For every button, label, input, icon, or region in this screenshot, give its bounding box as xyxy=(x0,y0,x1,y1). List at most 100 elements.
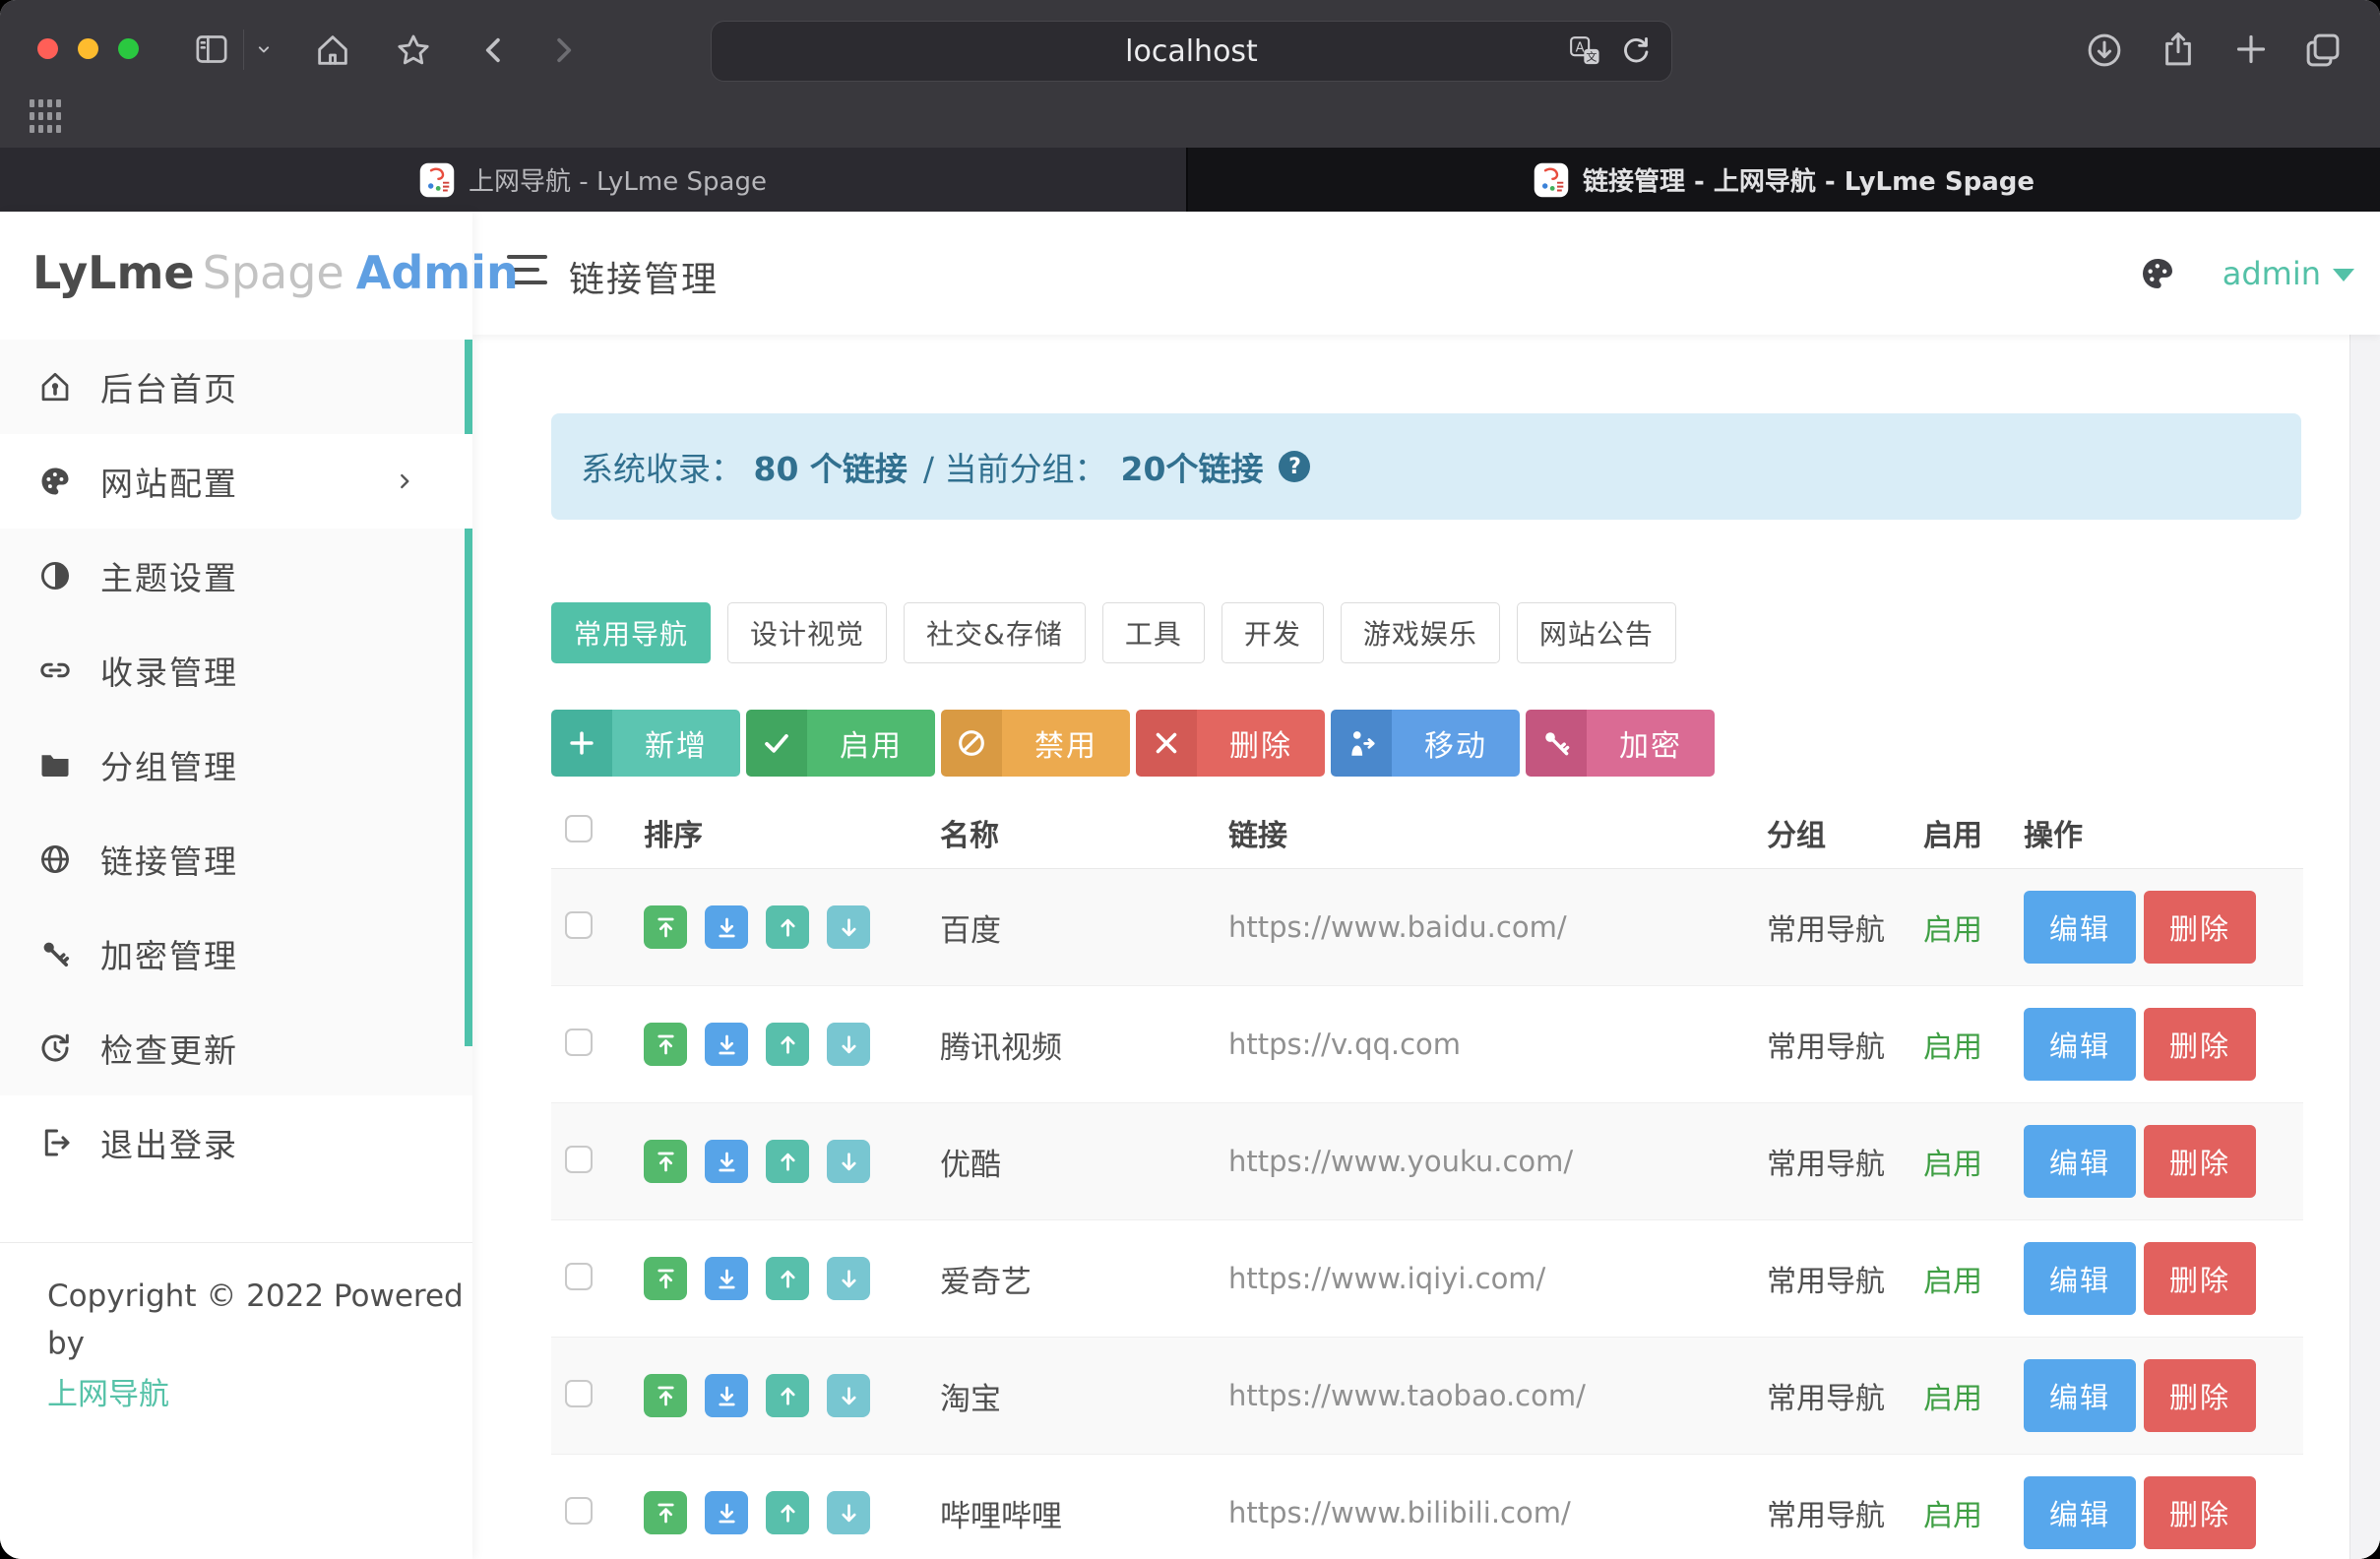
link-group: 常用导航 xyxy=(1752,1140,1914,1183)
delete-button[interactable]: 删除 xyxy=(2144,1125,2256,1198)
minimize-window-button[interactable] xyxy=(78,38,98,59)
row-checkbox[interactable] xyxy=(565,1263,593,1290)
move-up-button[interactable] xyxy=(766,1023,809,1066)
sidebar-scrollbar-segment[interactable] xyxy=(465,340,472,434)
edit-button[interactable]: 编辑 xyxy=(2024,1008,2136,1081)
move-up-button[interactable] xyxy=(766,1257,809,1300)
move-down-button[interactable] xyxy=(827,1491,870,1534)
delete-button[interactable]: 删除 xyxy=(2144,1008,2256,1081)
row-checkbox[interactable] xyxy=(565,911,593,939)
edit-button[interactable]: 编辑 xyxy=(2024,1359,2136,1432)
check-action-button[interactable]: 启用 xyxy=(746,710,935,777)
category-tab[interactable]: 社交&存储 xyxy=(904,602,1086,663)
row-checkbox[interactable] xyxy=(565,1146,593,1173)
link-name: 百度 xyxy=(925,905,1221,950)
link-name: 优酷 xyxy=(925,1140,1221,1184)
edit-button[interactable]: 编辑 xyxy=(2024,891,2136,964)
forward-icon[interactable] xyxy=(544,31,582,69)
category-tab[interactable]: 网站公告 xyxy=(1517,602,1676,663)
tab-link-management[interactable]: 链接管理 - 上网导航 - LyLme Spage xyxy=(1188,148,2380,212)
sidebar-item-update[interactable]: 检查更新 xyxy=(0,1001,472,1095)
category-tab[interactable]: 工具 xyxy=(1102,602,1205,663)
theme-palette-icon[interactable] xyxy=(2138,254,2177,293)
move-to-top-button[interactable] xyxy=(644,1257,687,1300)
select-all-checkbox[interactable] xyxy=(565,815,593,842)
row-actions: 编辑删除 xyxy=(2018,1242,2303,1315)
move-down-button[interactable] xyxy=(827,1257,870,1300)
action-label: 启用 xyxy=(807,710,935,777)
chevron-down-icon[interactable] xyxy=(254,39,274,59)
move-down-button[interactable] xyxy=(827,905,870,949)
sidebar-item-folder[interactable]: 分组管理 xyxy=(0,717,472,812)
share-icon[interactable] xyxy=(2158,29,2199,70)
ban-action-button[interactable]: 禁用 xyxy=(941,710,1130,777)
edit-button[interactable]: 编辑 xyxy=(2024,1242,2136,1315)
scrollbar-gutter[interactable] xyxy=(2349,335,2380,1559)
category-tab[interactable]: 游戏娱乐 xyxy=(1341,602,1500,663)
download-icon[interactable] xyxy=(2084,30,2125,71)
move-to-top-button[interactable] xyxy=(644,1491,687,1534)
delete-button[interactable]: 删除 xyxy=(2144,1242,2256,1315)
move-to-bottom-button[interactable] xyxy=(705,1023,748,1066)
new-tab-icon[interactable] xyxy=(2231,30,2271,69)
sidebar-item-key[interactable]: 加密管理 xyxy=(0,906,472,1001)
edit-button[interactable]: 编辑 xyxy=(2024,1476,2136,1549)
zoom-window-button[interactable] xyxy=(118,38,139,59)
move-to-top-button[interactable] xyxy=(644,1374,687,1417)
delete-button[interactable]: 删除 xyxy=(2144,1476,2256,1549)
home-icon[interactable] xyxy=(313,31,352,70)
sidebar-item-globe[interactable]: 链接管理 xyxy=(0,812,472,906)
sidebar-item-contrast[interactable]: 主题设置 xyxy=(0,529,472,623)
reload-icon[interactable] xyxy=(1618,33,1654,69)
move-to-top-button[interactable] xyxy=(644,1140,687,1183)
copyright-link[interactable]: 上网导航 xyxy=(47,1371,169,1418)
move-to-bottom-button[interactable] xyxy=(705,905,748,949)
edit-button[interactable]: 编辑 xyxy=(2024,1125,2136,1198)
app-grid-icon[interactable] xyxy=(30,99,63,133)
sidebar-scrollbar-segment[interactable] xyxy=(465,529,472,1046)
row-checkbox[interactable] xyxy=(565,1497,593,1525)
category-tab[interactable]: 设计视觉 xyxy=(727,602,887,663)
sidebar-item-link[interactable]: 收录管理 xyxy=(0,623,472,717)
person-move-action-button[interactable]: 移动 xyxy=(1331,710,1520,777)
username-dropdown[interactable]: admin xyxy=(2223,255,2321,292)
row-checkbox[interactable] xyxy=(565,1029,593,1056)
help-question-icon[interactable]: ? xyxy=(1279,451,1310,482)
plus-action-button[interactable]: 新增 xyxy=(551,710,740,777)
column-header: 链接 xyxy=(1221,811,1752,854)
move-to-bottom-button[interactable] xyxy=(705,1374,748,1417)
translate-icon[interactable]: A文 xyxy=(1567,33,1602,69)
move-down-button[interactable] xyxy=(827,1023,870,1066)
delete-button[interactable]: 删除 xyxy=(2144,1359,2256,1432)
move-to-bottom-button[interactable] xyxy=(705,1140,748,1183)
move-down-button[interactable] xyxy=(827,1374,870,1417)
close-window-button[interactable] xyxy=(37,38,58,59)
star-icon[interactable] xyxy=(394,31,433,70)
back-icon[interactable] xyxy=(475,31,513,69)
move-up-button[interactable] xyxy=(766,1140,809,1183)
sort-buttons xyxy=(610,1257,925,1300)
move-up-button[interactable] xyxy=(766,1491,809,1534)
move-down-button[interactable] xyxy=(827,1140,870,1183)
move-to-top-button[interactable] xyxy=(644,1023,687,1066)
sidebar-item-palette[interactable]: 网站配置 xyxy=(0,434,472,529)
sidebar-item-label: 网站配置 xyxy=(100,458,238,505)
row-checkbox[interactable] xyxy=(565,1380,593,1407)
move-to-bottom-button[interactable] xyxy=(705,1491,748,1534)
sidebar-item-home[interactable]: 后台首页 xyxy=(0,340,472,434)
address-bar[interactable]: localhost A文 xyxy=(711,21,1672,82)
move-to-bottom-button[interactable] xyxy=(705,1257,748,1300)
sidebar-item-logout[interactable]: 退出登录 xyxy=(0,1095,472,1190)
move-to-top-button[interactable] xyxy=(644,905,687,949)
category-tab[interactable]: 常用导航 xyxy=(551,602,711,663)
move-up-button[interactable] xyxy=(766,1374,809,1417)
category-tab[interactable]: 开发 xyxy=(1221,602,1324,663)
delete-button[interactable]: 删除 xyxy=(2144,891,2256,964)
sidebar-panel-icon[interactable] xyxy=(192,30,231,69)
tab-overview-icon[interactable] xyxy=(2302,30,2344,71)
key-action-button[interactable]: 加密 xyxy=(1526,710,1715,777)
move-up-button[interactable] xyxy=(766,905,809,949)
tab-home[interactable]: 上网导航 - LyLme Spage xyxy=(0,148,1188,212)
x-action-button[interactable]: 删除 xyxy=(1136,710,1325,777)
main-area: 链接管理 admin 系统收录： 80 个链接 / 当前分组： 20个链接 ? … xyxy=(472,212,2380,1559)
